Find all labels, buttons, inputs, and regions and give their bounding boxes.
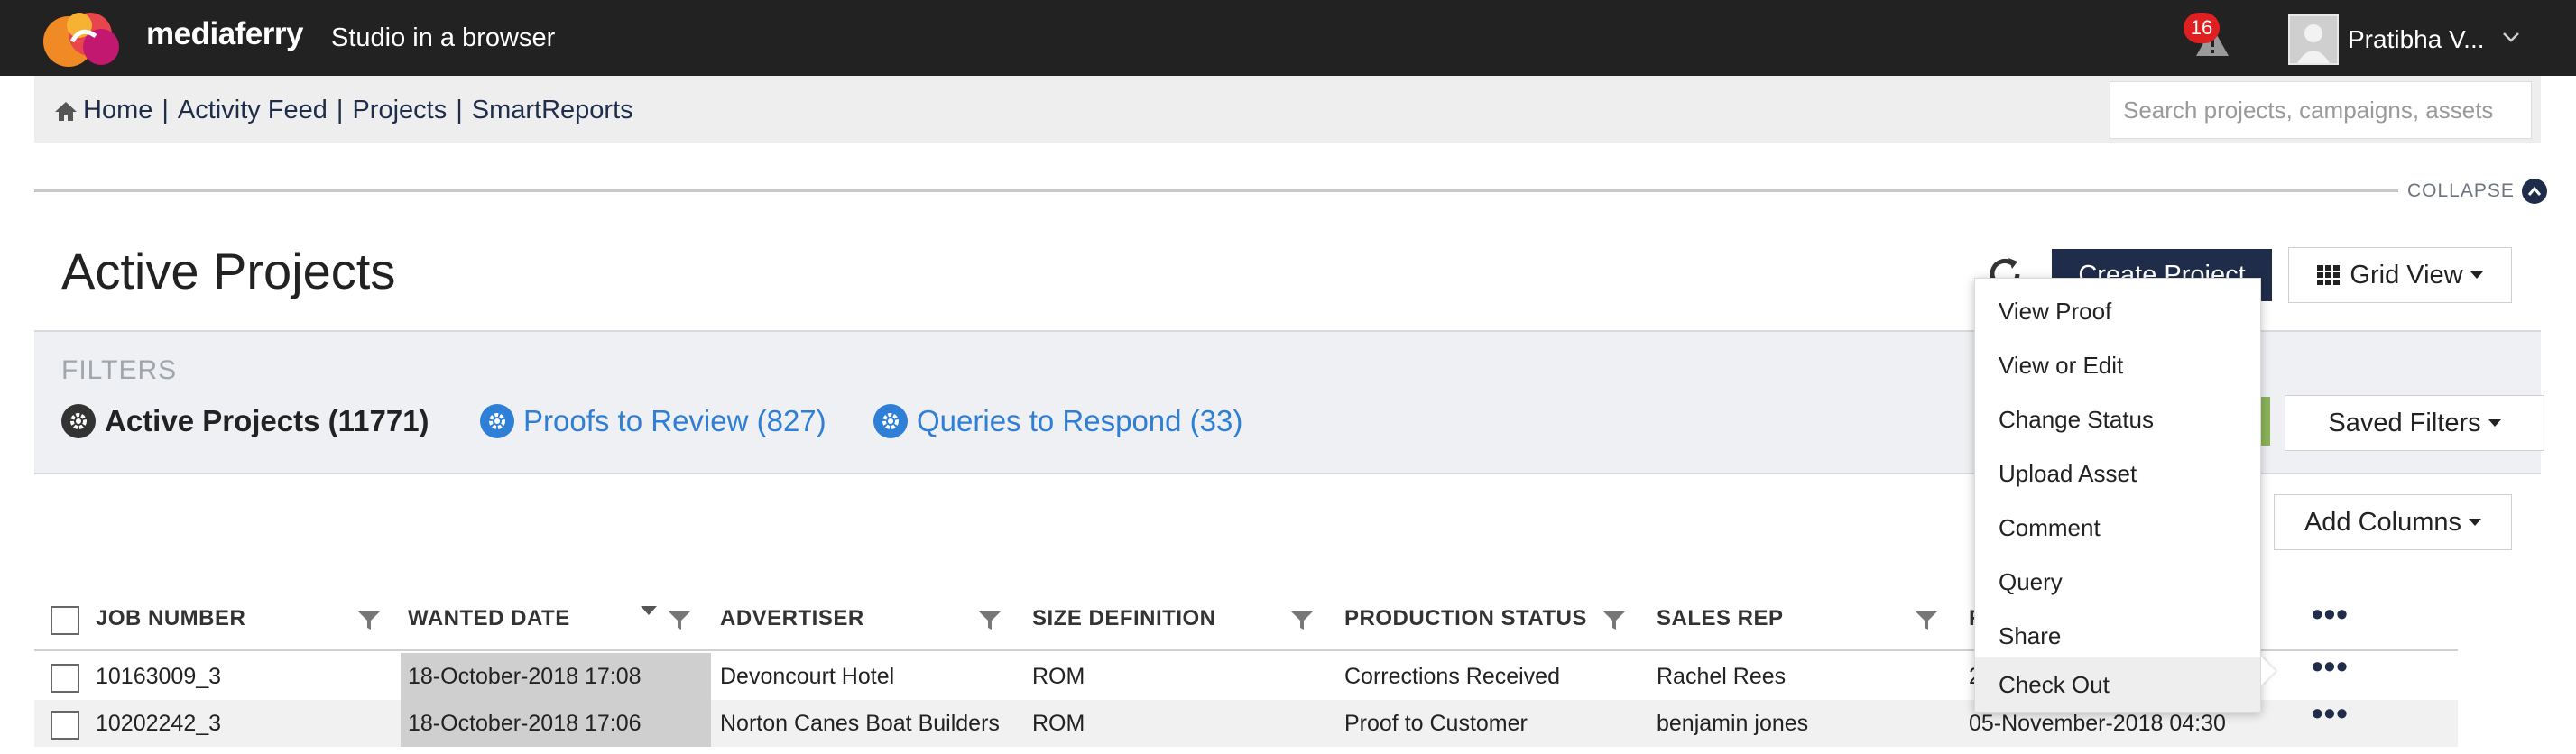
menu-item-comment[interactable]: Comment [1975,501,2260,555]
header-more-options-icon[interactable]: ••• [2312,595,2349,633]
filters-label: FILTERS [61,355,178,385]
nav-separator: | [336,96,344,124]
cell-wanted-date: 18-October-2018 17:08 [408,664,642,689]
nav-smartreports-link[interactable]: SmartReports [472,96,633,125]
menu-item-query[interactable]: Query [1975,555,2260,609]
column-header-job-number[interactable]: JOB NUMBER [96,606,245,631]
chevron-up-icon [2521,179,2547,204]
row-more-options-icon[interactable]: ••• [2312,648,2349,685]
home-icon[interactable] [54,100,78,122]
avatar[interactable] [2288,14,2339,65]
cell-advertiser: Norton Canes Boat Builders [720,711,1000,736]
caret-down-icon [2469,519,2482,526]
cell-job-number[interactable]: 10202242_3 [96,711,221,737]
cell-sales-rep: benjamin jones [1657,711,1809,736]
select-all-checkbox[interactable] [51,606,79,635]
filter-funnel-icon[interactable] [1915,610,1938,631]
menu-item-share[interactable]: Share [1975,609,2260,663]
filter-queries-to-respond[interactable]: Queries to Respond (33) [873,404,1242,438]
alerts-count-badge: 16 [2184,13,2220,43]
collapse-label: COLLAPSE [2407,180,2515,201]
row-context-menu: View Proof View or Edit Change Status Up… [1974,278,2261,713]
grid-view-button[interactable]: Grid View [2288,247,2512,303]
filter-accent-strip [2261,397,2270,446]
user-silhouette-icon [2297,24,2330,63]
nav-activity-feed-link[interactable]: Activity Feed [178,96,328,125]
cell-date: 05-November-2018 04:30 [1969,711,2226,736]
filter-funnel-icon[interactable] [1602,610,1626,631]
gear-icon [873,404,908,438]
top-bar: mediaferry Studio in a browser 16 Pratib… [0,0,2576,76]
add-columns-button[interactable]: Add Columns [2274,494,2512,550]
row-checkbox[interactable] [51,711,79,740]
cell-job-number[interactable]: 10163009_3 [96,664,221,690]
filter-funnel-icon[interactable] [1290,610,1314,631]
saved-filters-label: Saved Filters [2328,408,2481,437]
menu-item-check-out[interactable]: Check Out [1975,657,2260,712]
nav-bar: Home | Activity Feed | Projects | SmartR… [34,76,2541,143]
cell-advertiser: Devoncourt Hotel [720,664,895,689]
page-title: Active Projects [61,243,396,299]
gear-icon [480,404,514,438]
row-checkbox[interactable] [51,664,79,693]
filter-funnel-icon[interactable] [668,610,691,631]
grid-icon [2317,265,2341,285]
cell-production-status: Corrections Received [1344,664,1560,689]
menu-item-change-status[interactable]: Change Status [1975,392,2260,446]
grid-view-label: Grid View [2350,260,2463,290]
column-header-size-definition[interactable]: SIZE DEFINITION [1032,606,1216,631]
caret-down-icon [2470,271,2483,279]
nav-home-link[interactable]: Home [83,96,152,125]
collapse-toggle[interactable]: COLLAPSE [2407,179,2547,204]
filter-funnel-icon[interactable] [978,610,1002,631]
alerts-button[interactable]: 16 [2184,13,2238,63]
cell-size-definition: ROM [1032,711,1085,736]
nav-projects-link[interactable]: Projects [352,96,447,125]
cell-production-status: Proof to Customer [1344,711,1528,736]
sort-desc-icon[interactable] [641,606,657,615]
cell-wanted-date: 18-October-2018 17:06 [408,711,642,736]
nav-separator: | [162,96,169,124]
caret-down-icon [2488,419,2501,427]
column-header-advertiser[interactable]: ADVERTISER [720,606,864,631]
brand-name: mediaferry [146,16,303,51]
filter-queries-label: Queries to Respond (33) [917,404,1243,437]
chevron-down-icon[interactable] [2501,27,2521,47]
search-input[interactable] [2110,81,2532,139]
column-header-sales-rep[interactable]: SALES REP [1657,606,1784,631]
gear-icon [61,404,96,438]
menu-pointer-arrow [2261,657,2276,685]
column-header-production-status[interactable]: PRODUCTION STATUS [1344,606,1587,631]
cell-size-definition: ROM [1032,664,1085,689]
row-more-options-icon[interactable]: ••• [2312,694,2349,732]
filter-proofs-label: Proofs to Review (827) [523,404,826,437]
brand-tagline: Studio in a browser [331,23,556,52]
saved-filters-button[interactable]: Saved Filters [2285,395,2544,451]
column-header-wanted-date[interactable]: WANTED DATE [408,606,570,631]
breadcrumb: Home | Activity Feed | Projects | SmartR… [54,96,633,125]
menu-item-upload-asset[interactable]: Upload Asset [1975,446,2260,501]
filter-active-projects-label: Active Projects (11771) [105,404,429,437]
menu-item-view-or-edit[interactable]: View or Edit [1975,338,2260,392]
section-divider [34,189,2398,192]
cell-sales-rep: Rachel Rees [1657,664,1787,689]
filter-funnel-icon[interactable] [357,610,381,631]
filter-proofs-to-review[interactable]: Proofs to Review (827) [480,404,826,438]
menu-item-view-proof[interactable]: View Proof [1975,284,2260,338]
nav-separator: | [456,96,463,124]
user-name[interactable]: Pratibha V... [2348,25,2485,54]
mediaferry-logo[interactable] [36,5,130,69]
filter-active-projects[interactable]: Active Projects (11771) [61,404,429,438]
add-columns-label: Add Columns [2304,507,2462,537]
